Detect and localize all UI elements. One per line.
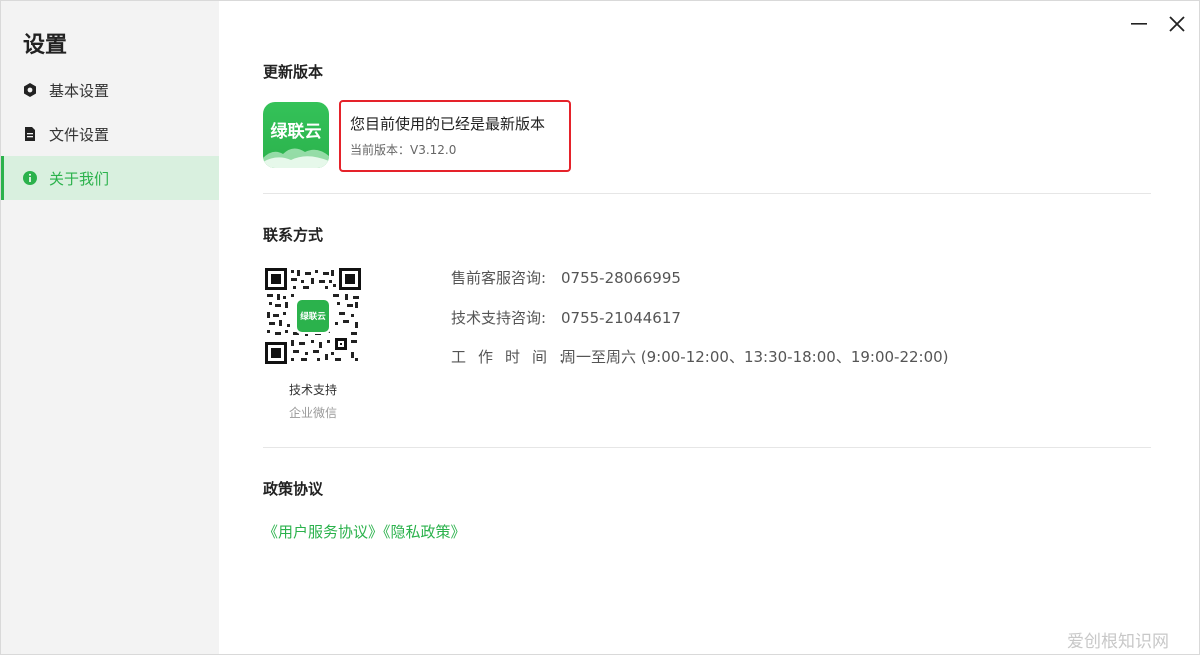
- contact-label: 技术支持咨询:: [451, 309, 547, 327]
- highlight-box: [339, 100, 571, 172]
- policy-links: 《用户服务协议》《隐私政策》: [263, 521, 466, 542]
- contact-row-support: 技术支持咨询: 0755-21044617: [451, 307, 681, 328]
- document-icon: [23, 127, 37, 141]
- update-status-message: 您目前使用的已经是最新版本: [350, 115, 546, 133]
- sidebar: 设置 基本设置 文件设置 关于我们: [1, 1, 219, 654]
- sidebar-title: 设置: [23, 33, 68, 58]
- contact-label: 工作时间:: [451, 348, 577, 366]
- app-logo: 绿联云: [263, 102, 329, 168]
- contact-row-hours: 工作时间:周一至周六 (9:00-12:00、13:30-18:00、19:00…: [451, 346, 949, 367]
- sidebar-item-label: 基本设置: [49, 81, 110, 100]
- qr-caption-subtitle: 企业微信: [288, 406, 337, 420]
- qr-caption-title: 技术支持: [288, 383, 337, 397]
- watermark: 爱创根知识网: [1067, 632, 1169, 652]
- contact-section-title: 联系方式: [263, 226, 324, 244]
- user-service-agreement-link[interactable]: 《用户服务协议》: [263, 523, 383, 541]
- contact-value: 0755-28066995: [561, 269, 681, 287]
- contact-row-presales: 售前客服咨询: 0755-28066995: [451, 267, 681, 288]
- divider: [263, 447, 1151, 448]
- privacy-policy-link[interactable]: 《隐私政策》: [383, 523, 466, 541]
- contact-value: 周一至周六 (9:00-12:00、13:30-18:00、19:00-22:0…: [561, 348, 949, 366]
- sidebar-item-label: 关于我们: [49, 169, 110, 188]
- sidebar-item-about-us[interactable]: 关于我们: [1, 156, 219, 200]
- sidebar-item-file-settings[interactable]: 文件设置: [1, 112, 219, 156]
- hexagon-icon: [23, 83, 37, 97]
- close-button[interactable]: [1164, 11, 1190, 37]
- divider: [263, 193, 1151, 194]
- close-icon: [1169, 16, 1185, 32]
- update-section-title: 更新版本: [263, 63, 324, 81]
- sidebar-item-label: 文件设置: [49, 125, 110, 144]
- cloud-shape: [263, 148, 329, 168]
- contact-value: 0755-21044617: [561, 309, 681, 327]
- minimize-icon: [1131, 23, 1147, 25]
- contact-label: 售前客服咨询:: [451, 269, 547, 287]
- app-logo-text: 绿联云: [270, 122, 322, 142]
- policy-section-title: 政策协议: [263, 480, 324, 498]
- qr-logo-text: 绿联云: [300, 311, 326, 322]
- current-version: 当前版本：V3.12.0: [350, 143, 457, 157]
- info-icon: [23, 171, 37, 185]
- qr-code-image: 绿联云: [265, 268, 361, 364]
- sidebar-item-basic-settings[interactable]: 基本设置: [1, 68, 219, 112]
- minimize-button[interactable]: [1126, 11, 1152, 37]
- settings-window: 设置 基本设置 文件设置 关于我们 更新版本 绿联云 您目前使用的已经是最新版本…: [0, 0, 1200, 655]
